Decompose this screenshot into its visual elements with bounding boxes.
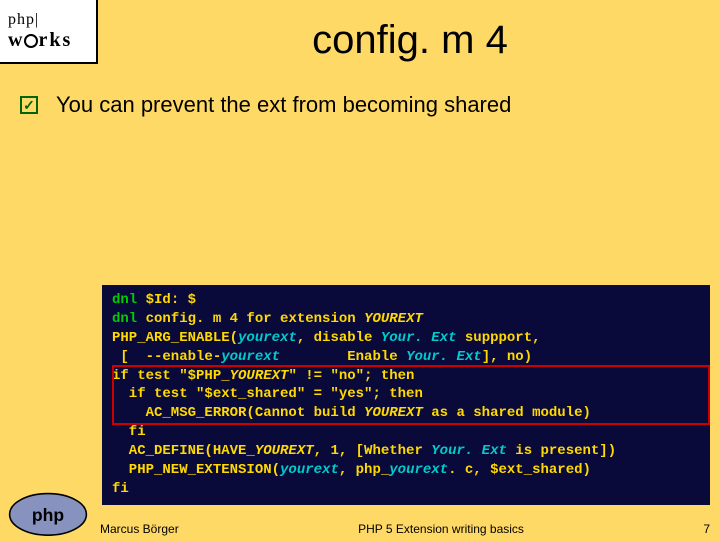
checkbox-icon: ✓ (20, 96, 38, 114)
svg-text:php: php (32, 505, 64, 525)
slide-title: config. m 4 (120, 18, 700, 63)
gear-icon (24, 34, 38, 48)
conference-logo: php| wrks (0, 0, 98, 64)
bullet-row: ✓ You can prevent the ext from becoming … (20, 92, 511, 118)
footer-author: Marcus Börger (100, 522, 179, 536)
php-logo: php (8, 492, 88, 536)
footer-page: 7 (703, 522, 710, 536)
logo-line2: wrks (8, 29, 96, 52)
logo-line1: php| (8, 11, 96, 29)
bullet-text: You can prevent the ext from becoming sh… (56, 92, 511, 118)
code-block: dnl $Id: $ dnl config. m 4 for extension… (102, 285, 710, 505)
footer: Marcus Börger PHP 5 Extension writing ba… (100, 518, 710, 540)
footer-title: PHP 5 Extension writing basics (358, 522, 524, 536)
